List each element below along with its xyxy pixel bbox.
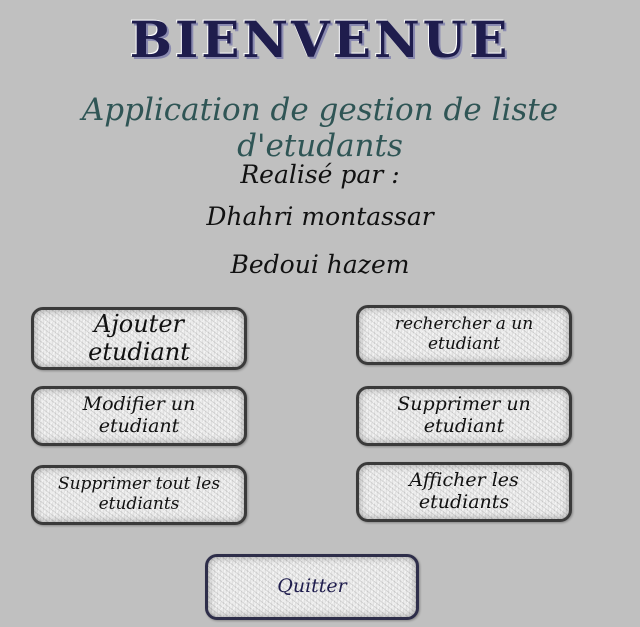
page-title: BIENVENUE [129,10,511,69]
edit-student-button[interactable]: Modifier un etudiant [31,386,247,446]
delete-all-students-button[interactable]: Supprimer tout les etudiants [31,465,247,525]
add-student-button[interactable]: Ajouter etudiant [31,307,247,370]
edit-student-label: Modifier un etudiant [82,393,196,437]
author-name-1: Dhahri montassar [206,202,434,231]
search-student-label: rechercher a un etudiant [394,314,534,354]
search-student-button[interactable]: rechercher a un etudiant [356,305,572,365]
quit-label: Quitter [277,575,347,598]
main-window: BIENVENUE Application de gestion de list… [0,0,640,627]
delete-student-button[interactable]: Supprimer un etudiant [356,386,572,446]
delete-student-label: Supprimer un etudiant [397,393,531,437]
show-students-label: Afficher les etudiants [409,469,519,513]
quit-button[interactable]: Quitter [205,554,419,620]
author-name-2: Bedoui hazem [230,250,410,279]
show-students-button[interactable]: Afficher les etudiants [356,462,572,522]
app-subtitle: Application de gestion de liste d'etudan… [81,92,559,164]
add-student-label: Ajouter etudiant [88,309,190,366]
credits-label: Realisé par : [240,160,400,189]
delete-all-students-label: Supprimer tout les etudiants [57,474,221,514]
